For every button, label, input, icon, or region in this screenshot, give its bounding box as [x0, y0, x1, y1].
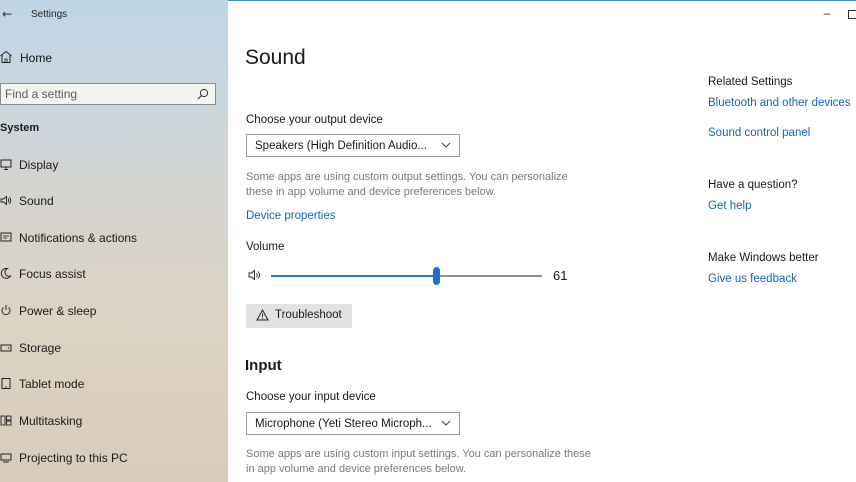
sidebar-item-power-sleep[interactable]: Power & sleep [0, 300, 228, 322]
speaker-icon [0, 195, 12, 206]
get-help-link[interactable]: Get help [708, 200, 751, 212]
speaker-icon[interactable] [248, 269, 262, 281]
sidebar-item-notifications[interactable]: Notifications & actions [0, 227, 228, 249]
home-icon [0, 50, 12, 63]
search-input[interactable] [5, 87, 185, 101]
search-box[interactable] [0, 83, 216, 105]
back-arrow-icon[interactable]: ← [2, 8, 14, 20]
sidebar-item-label: Tablet mode [19, 377, 85, 391]
sidebar-item-multitasking[interactable]: Multitasking [0, 410, 228, 432]
home-label: Home [20, 51, 53, 65]
moon-icon [0, 267, 12, 279]
projector-icon [0, 453, 12, 463]
volume-row: 61 [246, 263, 576, 287]
output-help-text: Some apps are using custom output settin… [246, 171, 568, 198]
tablet-icon [1, 378, 11, 389]
sidebar-item-storage[interactable]: Storage [0, 337, 228, 359]
input-help-text: Some apps are using custom input setting… [246, 448, 591, 475]
app-title: Settings [31, 9, 68, 20]
home-nav-item[interactable]: Home [0, 48, 228, 68]
device-properties-link[interactable]: Device properties [246, 210, 335, 222]
sidebar-item-display[interactable]: Display [0, 154, 228, 176]
power-icon [1, 305, 11, 316]
input-device-dropdown[interactable]: Microphone (Yeti Stereo Microph... [246, 412, 460, 435]
sidebar-item-label: Projecting to this PC [19, 451, 128, 465]
monitor-icon [0, 159, 12, 170]
sidebar-item-label: Display [19, 158, 59, 172]
sidebar-item-label: Notifications & actions [19, 231, 138, 245]
volume-slider-thumb[interactable] [433, 267, 440, 285]
chevron-down-icon [441, 420, 451, 426]
window-controls: – [796, 7, 856, 23]
chevron-down-icon [441, 142, 451, 148]
give-feedback-link[interactable]: Give us feedback [708, 273, 797, 285]
volume-slider[interactable] [271, 267, 542, 285]
bluetooth-devices-link[interactable]: Bluetooth and other devices [708, 97, 851, 109]
make-windows-better-title: Make Windows better [708, 252, 819, 264]
title-bar: ← Settings [0, 0, 228, 30]
sidebar-item-label: Multitasking [19, 414, 83, 428]
sidebar-item-label: Sound [19, 194, 54, 208]
sidebar-item-tablet-mode[interactable]: Tablet mode [0, 373, 228, 395]
sidebar-item-sound[interactable]: Sound [0, 190, 228, 212]
output-device-dropdown[interactable]: Speakers (High Definition Audio... [246, 134, 460, 157]
output-device-value: Speakers (High Definition Audio... [255, 140, 427, 152]
page-title: Sound [245, 46, 306, 69]
section-title-system: System [0, 122, 40, 134]
warning-icon [256, 309, 269, 321]
output-device-label: Choose your output device [246, 114, 383, 126]
sidebar-item-label: Focus assist [19, 267, 86, 281]
input-device-value: Microphone (Yeti Stereo Microph... [255, 418, 432, 430]
volume-slider-fill [271, 275, 436, 277]
input-device-label: Choose your input device [246, 391, 376, 403]
sidebar-item-label: Power & sleep [19, 304, 97, 318]
minimize-button[interactable]: – [821, 7, 833, 21]
maximize-button[interactable] [848, 10, 856, 19]
storage-icon [0, 344, 12, 352]
sound-control-panel-link[interactable]: Sound control panel [708, 127, 810, 139]
main-content: – Sound Choose your output device Speake… [228, 0, 856, 482]
related-settings-title: Related Settings [708, 76, 793, 88]
volume-label: Volume [246, 241, 285, 253]
sidebar: ← Settings Home System Display Sound [0, 0, 228, 482]
sidebar-item-focus-assist[interactable]: Focus assist [0, 263, 228, 285]
sidebar-item-label: Storage [19, 341, 62, 355]
troubleshoot-button[interactable]: Troubleshoot [246, 304, 352, 328]
search-icon[interactable] [197, 88, 209, 100]
troubleshoot-label: Troubleshoot [275, 309, 342, 321]
volume-value: 61 [553, 268, 568, 283]
input-heading: Input [245, 357, 282, 374]
question-title: Have a question? [708, 179, 798, 191]
sidebar-item-projecting[interactable]: Projecting to this PC [0, 447, 228, 469]
multitasking-icon [0, 415, 12, 426]
notification-icon [0, 232, 12, 242]
